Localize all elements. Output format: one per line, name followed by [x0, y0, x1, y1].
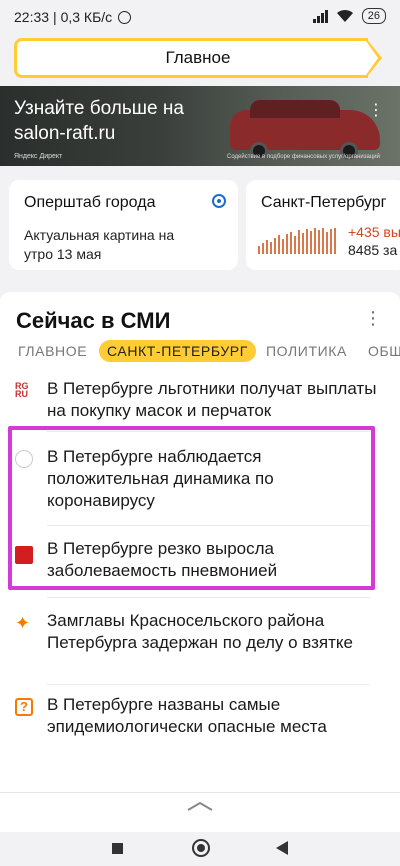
more-vertical-icon[interactable]: ⋮ [368, 100, 384, 120]
card-stat-primary: +435 вы [348, 224, 400, 240]
main-search-bar[interactable]: Главное [14, 38, 382, 78]
home-icon[interactable] [192, 839, 210, 857]
status-right: 26 [312, 8, 386, 24]
news-item-text: Замглавы Красносельского района Петербур… [47, 611, 353, 652]
card-title: Санкт-Петербург [261, 194, 387, 211]
tab-society[interactable]: ОБЩ [368, 343, 400, 359]
card-operational-headquarters[interactable]: Оперштаб города Актуальная картина на ут… [9, 180, 238, 270]
news-item[interactable]: ? В Петербурге названы самые эпидемиолог… [0, 694, 400, 740]
status-left: 22:33 | 0,3 КБ/с [14, 9, 132, 25]
mini-bar-chart [258, 228, 336, 254]
system-nav-bar [0, 832, 400, 866]
bottom-sheet-handle[interactable] [0, 792, 400, 832]
tab-main[interactable]: ГЛАВНОЕ [18, 343, 87, 359]
news-item[interactable]: RG RU В Петербурге льготники получат вып… [0, 378, 400, 424]
news-item-text: В Петербурге льготники получат выплаты н… [47, 379, 377, 420]
rg-ru-logo-icon: RG RU [15, 381, 29, 399]
card-spb-stats[interactable]: Санкт-Петербург +435 вы 8485 за [246, 180, 400, 270]
tab-saint-petersburg[interactable]: САНКТ-ПЕТЕРБУРГ [99, 340, 256, 362]
flame-icon: ✦ [15, 613, 31, 633]
news-item-text: В Петербурге названы самые эпидемиологич… [47, 695, 327, 736]
news-tabs: ГЛАВНОЕ САНКТ-ПЕТЕРБУРГ ПОЛИТИКА ОБЩ [0, 340, 400, 367]
ad-note: Содействие в подборе финансовых услуг/ор… [226, 154, 380, 160]
search-label: Главное [165, 48, 231, 67]
card-stat-secondary: 8485 за [348, 242, 398, 258]
news-title: Сейчас в СМИ [16, 308, 171, 333]
back-icon[interactable] [276, 841, 288, 855]
question-box-icon: ? [15, 698, 33, 716]
ad-source: Яндекс Директ [14, 153, 63, 160]
alarm-icon [118, 10, 132, 24]
battery-indicator: 26 [361, 8, 386, 24]
card-title: Оперштаб города [24, 194, 156, 211]
news-item[interactable]: ✦ Замглавы Красносельского района Петерб… [0, 610, 400, 680]
wifi-icon [336, 9, 353, 22]
chevron-up-icon[interactable] [187, 801, 213, 811]
status-time: 22:33 [14, 9, 50, 25]
network-speed: | 0,3 КБ/с [53, 9, 113, 25]
ad-title: Узнайте больше на salon-raft.ru [14, 98, 184, 144]
highlight-frame [8, 426, 375, 590]
location-icon [212, 194, 226, 208]
status-bar: 22:33 | 0,3 КБ/с 26 [0, 0, 400, 34]
signal-icon [312, 9, 328, 23]
recents-icon[interactable] [112, 843, 123, 854]
tab-politics[interactable]: ПОЛИТИКА [266, 343, 347, 359]
card-text: Актуальная картина на утро 13 мая [24, 227, 175, 262]
ad-banner[interactable]: Узнайте больше на salon-raft.ru ⋮ Яндекс… [0, 86, 400, 166]
more-vertical-icon[interactable]: ⋮ [364, 308, 382, 329]
